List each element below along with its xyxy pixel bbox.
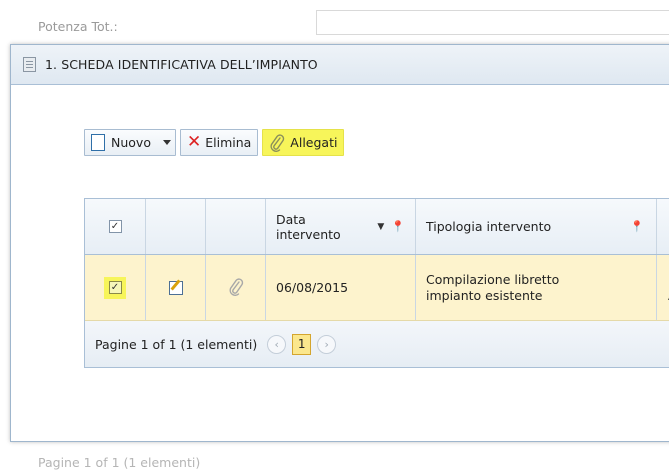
grid-header-row: ✓ Data intervento ▼ 📍 Tipologia interven… xyxy=(85,199,669,255)
row-type-cell: Compilazione libretto impianto esistente xyxy=(416,255,657,320)
row-extra-cell: M A xyxy=(657,255,669,320)
sort-desc-icon[interactable]: ▼ xyxy=(377,222,384,232)
grid-toolbar: Nuovo ✕ Elimina Allegati xyxy=(84,129,348,156)
new-document-icon xyxy=(91,134,105,151)
type-column-header[interactable]: Tipologia intervento 📍 xyxy=(416,199,657,254)
next-page-icon[interactable]: › xyxy=(317,334,337,354)
date-header-line1: Data xyxy=(276,211,306,227)
row-type-line2: impianto esistente xyxy=(426,287,543,303)
prev-page-icon[interactable]: ‹ xyxy=(267,334,287,354)
row-type-line1: Compilazione libretto xyxy=(426,271,560,287)
row-select-cell[interactable]: ✓ xyxy=(85,255,146,320)
pager-text: Pagine 1 of 1 (1 elementi) xyxy=(95,336,258,352)
chevron-down-icon[interactable] xyxy=(162,140,171,145)
paperclip-icon xyxy=(270,133,285,152)
paperclip-icon[interactable] xyxy=(228,277,244,298)
row-type: Compilazione libretto impianto esistente xyxy=(426,272,559,303)
potenza-tot-label: Potenza Tot.: xyxy=(38,19,118,34)
row-attachment-cell[interactable] xyxy=(206,255,266,320)
document-icon xyxy=(23,57,36,72)
select-all-header[interactable]: ✓ xyxy=(85,199,146,254)
filter-pin-icon[interactable]: 📍 xyxy=(391,220,405,233)
row-date: 06/08/2015 xyxy=(276,279,349,295)
r-column-header[interactable]: R xyxy=(657,199,669,254)
current-page-button[interactable]: 1 xyxy=(292,333,312,355)
potenza-tot-input[interactable] xyxy=(316,10,669,35)
edit-column-header xyxy=(146,199,206,254)
new-button[interactable]: Nuovo xyxy=(84,129,176,156)
date-column-controls[interactable]: ▼ 📍 xyxy=(377,220,405,233)
row-checkbox-highlight: ✓ xyxy=(104,276,126,299)
filter-pin-icon[interactable]: 📍 xyxy=(630,220,644,233)
date-header-line2: intervento xyxy=(276,226,341,242)
attachments-button-label: Allegati xyxy=(290,135,338,150)
attachments-button[interactable]: Allegati xyxy=(262,129,345,156)
interventions-grid: ✓ Data intervento ▼ 📍 Tipologia interven… xyxy=(84,198,669,368)
background-pager-text: Pagine 1 of 1 (1 elementi) xyxy=(38,455,201,470)
delete-button[interactable]: ✕ Elimina xyxy=(179,129,259,156)
table-row[interactable]: ✓ 06/08/2015 Compilazione libretto impia… xyxy=(85,255,669,321)
new-button-label: Nuovo xyxy=(111,135,151,150)
select-all-checkbox[interactable]: ✓ xyxy=(108,220,122,233)
edit-pencil-icon[interactable] xyxy=(168,280,183,295)
grid-pager: Pagine 1 of 1 (1 elementi) ‹ 1 › xyxy=(85,321,669,367)
date-column-header[interactable]: Data intervento ▼ 📍 xyxy=(266,199,416,254)
red-x-icon: ✕ xyxy=(186,132,202,152)
delete-button-label: Elimina xyxy=(205,135,252,150)
date-column-label: Data intervento xyxy=(276,212,341,242)
type-column-label: Tipologia intervento xyxy=(426,219,552,234)
dialog-title: 1. SCHEDA IDENTIFICATIVA DELL’IMPIANTO xyxy=(45,57,318,72)
row-edit-cell[interactable] xyxy=(146,255,206,320)
dialog-header: 1. SCHEDA IDENTIFICATIVA DELL’IMPIANTO xyxy=(11,45,669,85)
attachment-column-header xyxy=(206,199,266,254)
row-date-cell: 06/08/2015 xyxy=(266,255,416,320)
row-checkbox[interactable]: ✓ xyxy=(108,281,122,294)
